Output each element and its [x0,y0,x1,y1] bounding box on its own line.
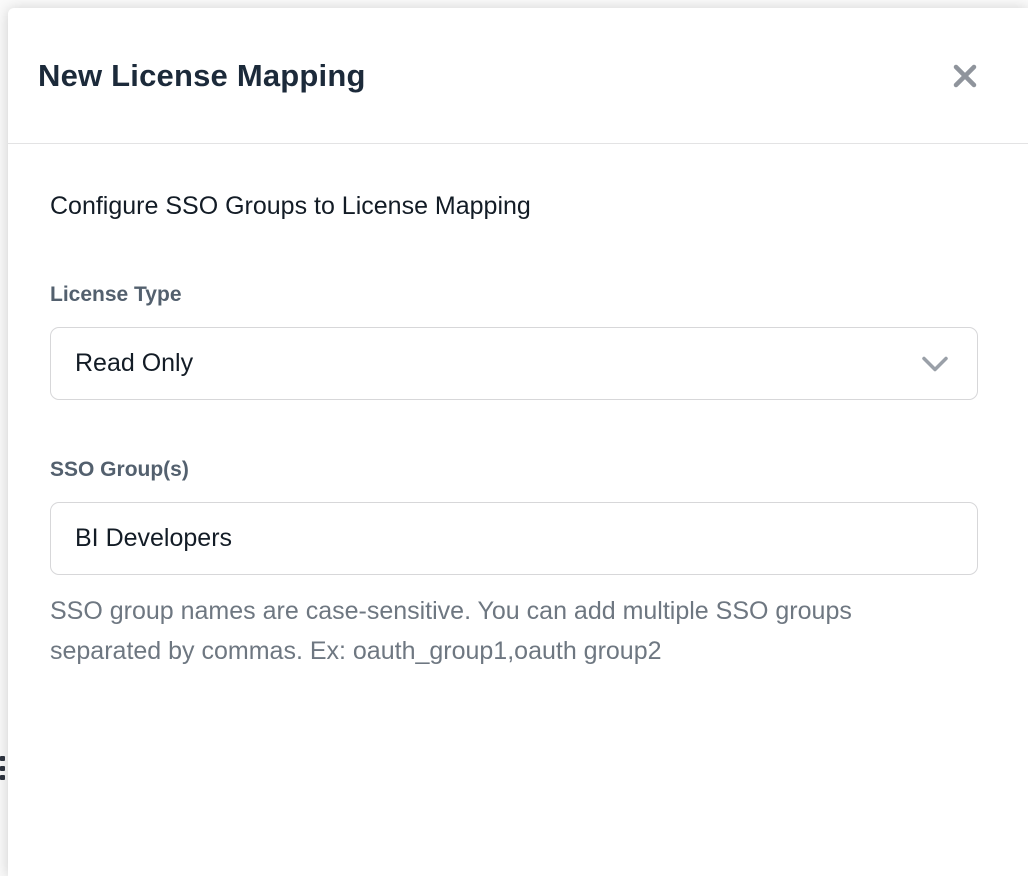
close-button[interactable] [948,59,982,93]
modal-subtitle: Configure SSO Groups to License Mapping [50,192,978,221]
modal-title: New License Mapping [38,58,366,94]
modal-body: Configure SSO Groups to License Mapping … [8,144,1028,671]
chevron-down-icon [921,355,949,372]
sso-groups-input[interactable] [50,502,978,575]
new-license-mapping-modal: New License Mapping Configure SSO Groups… [8,8,1028,876]
license-type-field-group: License Type Read Only [50,283,978,400]
background-page-fragment [0,756,5,780]
sso-groups-help-text: SSO group names are case-sensitive. You … [50,591,890,671]
sso-groups-field-group: SSO Group(s) SSO group names are case-se… [50,458,978,671]
close-icon [950,61,980,91]
license-type-selected-value: Read Only [75,349,193,378]
sso-groups-label: SSO Group(s) [50,458,978,482]
license-type-select[interactable]: Read Only [50,327,978,400]
viewport: New License Mapping Configure SSO Groups… [0,0,1028,876]
license-type-label: License Type [50,283,978,307]
modal-header: New License Mapping [8,8,1028,144]
